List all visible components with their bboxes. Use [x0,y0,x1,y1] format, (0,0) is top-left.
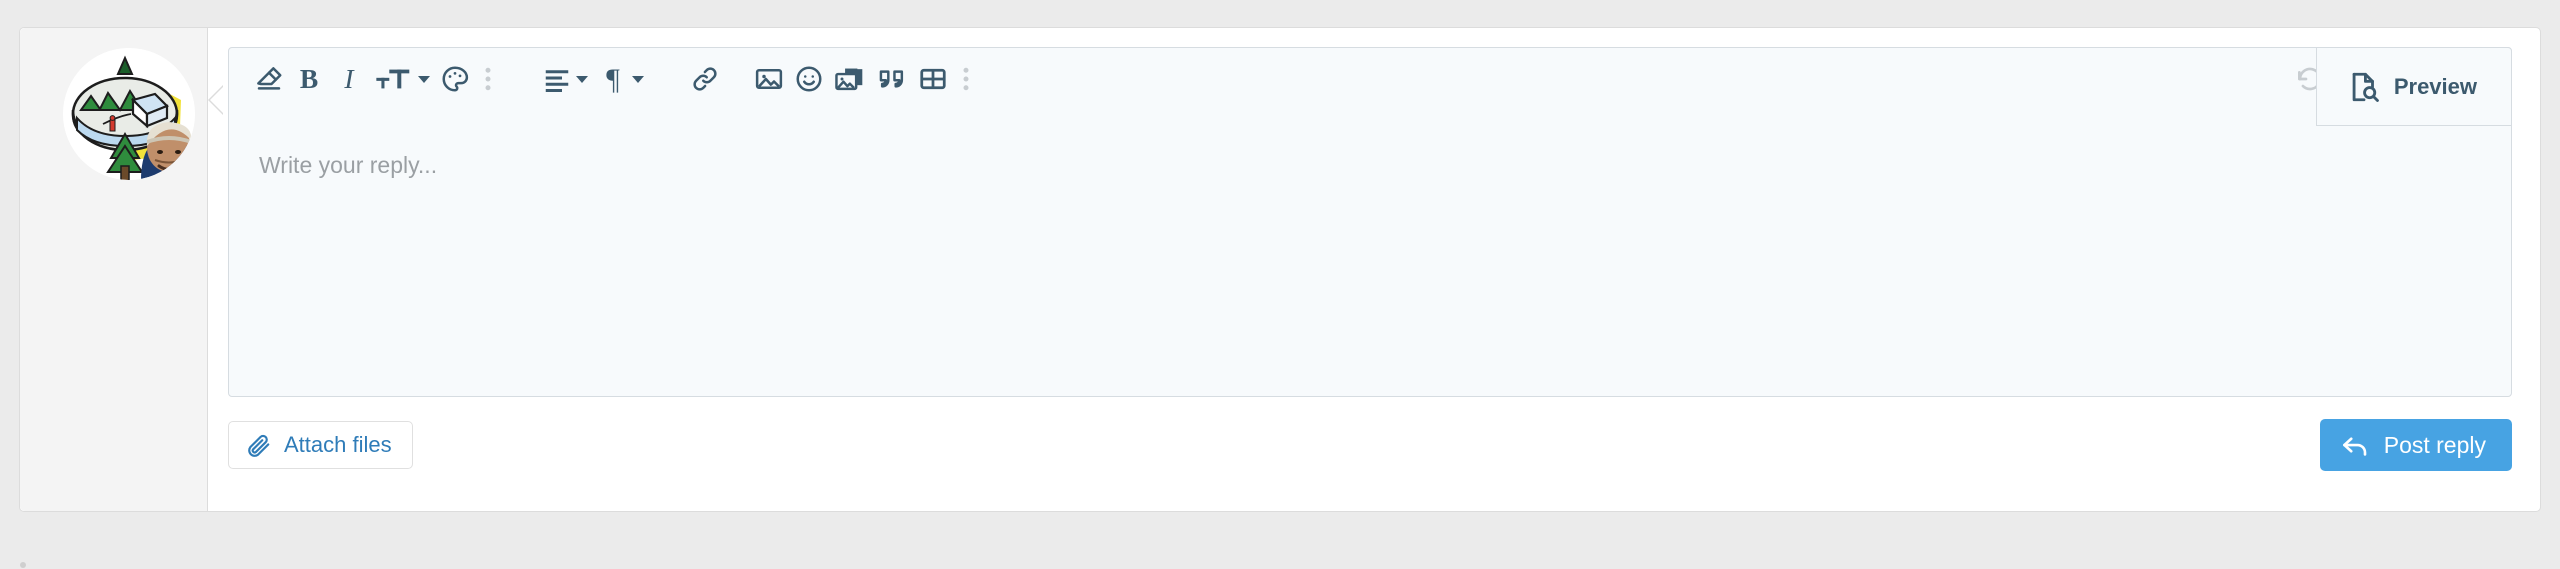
avatar-image [63,48,195,180]
attach-files-label: Attach files [284,432,392,457]
italic-button[interactable]: I [329,59,369,99]
clear-formatting-button[interactable] [249,59,289,99]
page-bottom-marker [20,562,26,568]
align-button[interactable] [537,59,593,99]
chevron-down-icon [632,75,644,83]
paperclip-icon [248,434,270,457]
tab-preview[interactable]: Preview [2315,47,2512,126]
editor-toolbar: B I ¶ Preview [229,47,2512,126]
avatar[interactable] [63,48,195,180]
page-bottom-edge [0,560,2560,569]
insert-image-button[interactable] [749,59,789,99]
align-left-icon [545,70,569,92]
table-icon [920,68,946,90]
toolbar-group-insert [685,59,979,99]
image-icon [755,69,783,89]
link-button[interactable] [685,59,725,99]
text-color-button[interactable] [435,59,475,99]
reply-textarea[interactable]: Write your reply... [229,127,2511,396]
chevron-down-icon [418,75,430,83]
tab-preview-label: Preview [2393,73,2477,99]
italic-icon: I [343,64,355,94]
toolbar-group-paragraph: ¶ [537,59,649,99]
insert-table-button[interactable] [913,59,953,99]
palette-icon [442,66,469,92]
emoji-button[interactable] [789,59,829,99]
text-size-icon [376,69,410,89]
avatar-column [20,28,225,511]
preview-document-search-icon [2352,72,2379,102]
post-reply-label: Post reply [2383,431,2486,458]
page-root: B I ¶ Preview Write your reply... Attach… [0,0,2560,569]
toolbar-group-formatting: B I [249,59,501,99]
reply-placeholder: Write your reply... [259,152,438,178]
eraser-icon [257,67,282,90]
chevron-down-icon [576,75,588,83]
more-insert-button[interactable] [953,59,979,99]
blockquote-button[interactable] [871,59,913,99]
svg-text:I: I [343,64,355,94]
svg-text:B: B [300,64,318,94]
smiley-icon [796,66,822,92]
reply-arrow-icon [2342,437,2367,456]
post-reply-button[interactable]: Post reply [2319,419,2512,471]
pilcrow-icon: ¶ [606,64,620,94]
vertical-dots-icon [963,67,969,91]
paragraph-style-button[interactable]: ¶ [593,59,649,99]
text-size-button[interactable] [369,59,435,99]
svg-text:¶: ¶ [606,64,620,94]
vertical-dots-icon [485,67,491,91]
bold-icon: B [300,64,318,94]
composer-footer: Attach files Post reply [228,397,2512,493]
attach-files-button[interactable]: Attach files [228,421,413,469]
editor-column: B I ¶ Preview Write your reply... Attach… [208,28,2540,511]
editor-box: B I ¶ Preview Write your reply... [228,47,2512,397]
insert-gallery-button[interactable] [829,59,871,99]
link-icon [693,67,717,91]
quote-icon [879,70,904,88]
more-formatting-button[interactable] [475,59,501,99]
reply-composer-panel: B I ¶ Preview Write your reply... Attach… [19,27,2541,512]
gallery-icon [835,68,863,91]
bold-button[interactable]: B [289,59,329,99]
